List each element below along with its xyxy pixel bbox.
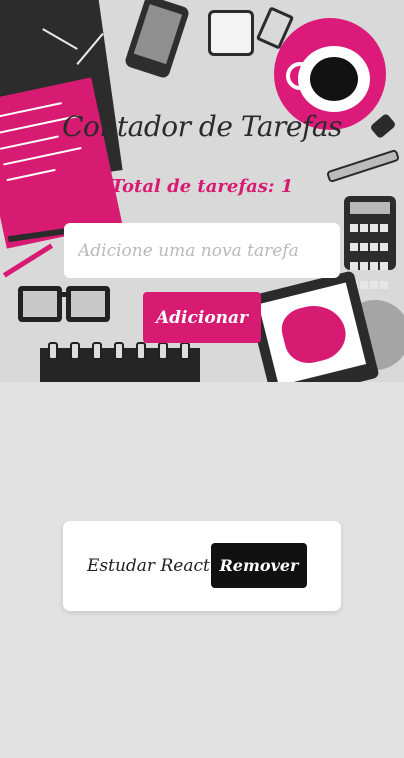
chart-doodle-illustration (40, 28, 110, 78)
task-card: Estudar React Remover (63, 521, 341, 611)
task-count: Total de tarefas: 1 (110, 176, 294, 197)
remove-task-button[interactable]: Remover (211, 543, 307, 588)
calculator-illustration (344, 196, 396, 289)
task-text: Estudar React (87, 556, 210, 576)
add-task-button[interactable]: Adicionar (143, 292, 261, 343)
page-title: Contador de Tarefas (62, 110, 342, 143)
spiral-notebook-illustration (40, 342, 200, 382)
new-task-input[interactable] (64, 223, 340, 278)
clock-illustration (208, 10, 254, 56)
smartphone-illustration (123, 0, 191, 80)
header-illustration: Contador de Tarefas Total de tarefas: 1 … (0, 0, 404, 382)
pink-pencil-illustration (2, 243, 54, 278)
coffee-cup-illustration (298, 46, 370, 112)
glasses-illustration (18, 282, 110, 322)
